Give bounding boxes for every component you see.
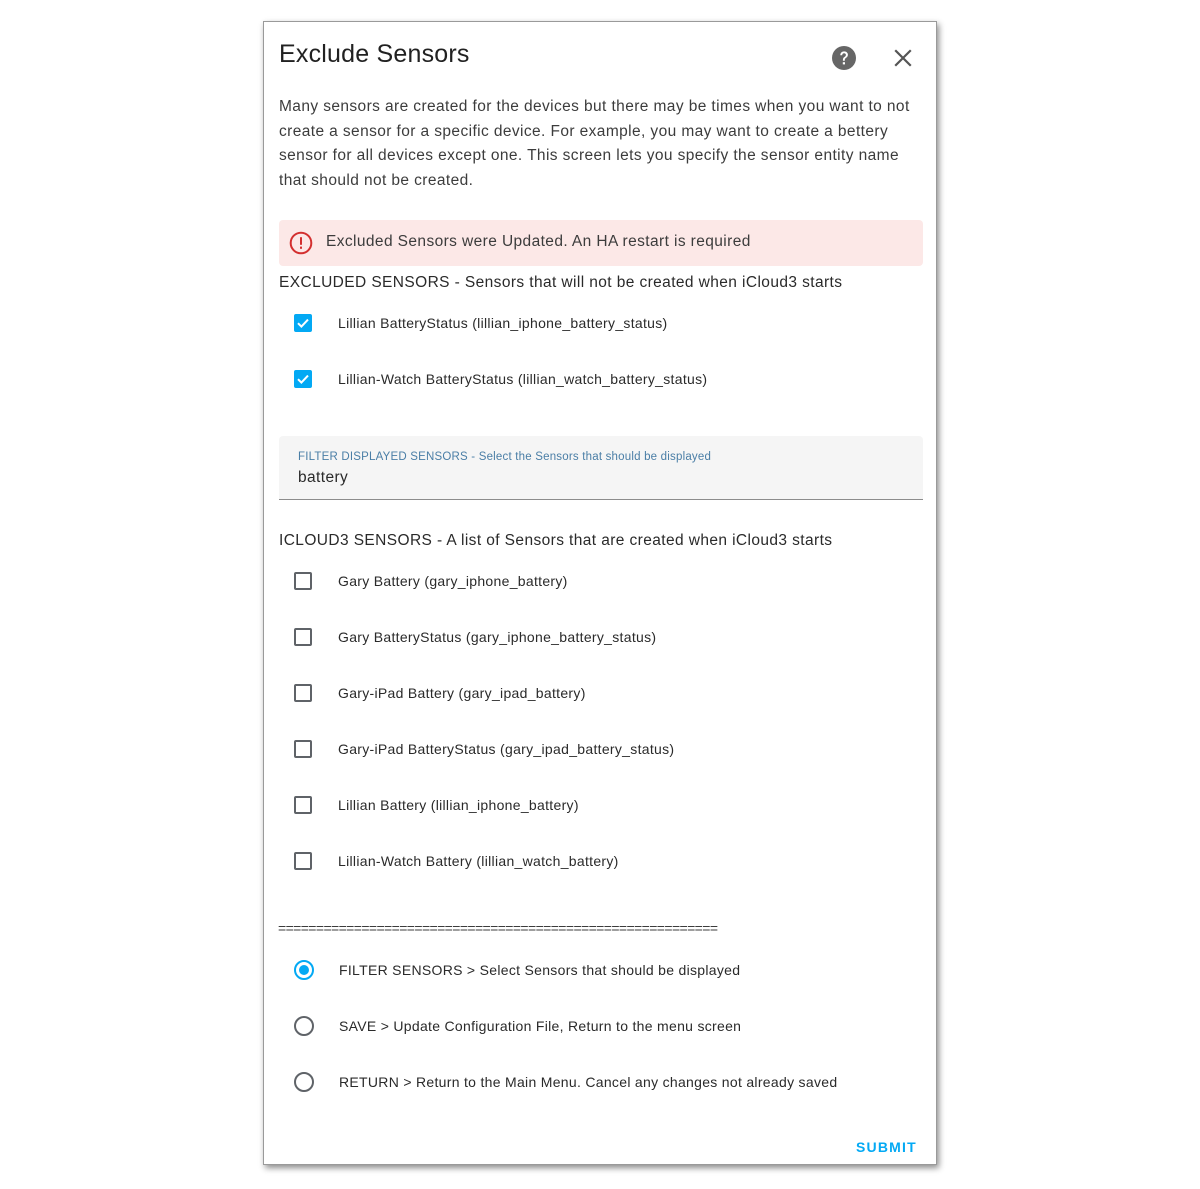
icloud3-sensor-row[interactable]: Lillian Battery (lillian_iphone_battery) bbox=[294, 790, 579, 820]
icloud3-sensor-label: Gary-iPad BatteryStatus (gary_ipad_batte… bbox=[338, 741, 675, 757]
error-circle-icon bbox=[289, 231, 313, 255]
icloud3-sensor-checkbox[interactable] bbox=[294, 684, 312, 702]
icloud3-sensor-row[interactable]: Gary Battery (gary_iphone_battery) bbox=[294, 566, 568, 596]
filter-displayed-sensors-field[interactable]: FILTER DISPLAYED SENSORS - Select the Se… bbox=[279, 436, 923, 500]
icloud3-sensors-heading: ICLOUD3 SENSORS - A list of Sensors that… bbox=[279, 532, 833, 549]
filter-input[interactable] bbox=[298, 469, 898, 487]
icloud3-sensor-label: Gary-iPad Battery (gary_ipad_battery) bbox=[338, 685, 586, 701]
action-option-filter[interactable]: FILTER SENSORS > Select Sensors that sho… bbox=[294, 955, 740, 985]
icloud3-sensor-checkbox[interactable] bbox=[294, 796, 312, 814]
excluded-sensor-checkbox[interactable] bbox=[294, 370, 312, 388]
icloud3-sensor-row[interactable]: Gary-iPad Battery (gary_ipad_battery) bbox=[294, 678, 586, 708]
icloud3-sensor-label: Gary BatteryStatus (gary_iphone_battery_… bbox=[338, 629, 657, 645]
text-divider: ========================================… bbox=[278, 920, 718, 936]
icloud3-sensor-checkbox[interactable] bbox=[294, 740, 312, 758]
icloud3-sensor-checkbox[interactable] bbox=[294, 572, 312, 590]
icloud3-sensor-row[interactable]: Lillian-Watch Battery (lillian_watch_bat… bbox=[294, 846, 619, 876]
icloud3-sensor-checkbox[interactable] bbox=[294, 628, 312, 646]
action-option-label: RETURN > Return to the Main Menu. Cancel… bbox=[339, 1074, 838, 1090]
action-option-return[interactable]: RETURN > Return to the Main Menu. Cancel… bbox=[294, 1067, 837, 1097]
action-radio[interactable] bbox=[294, 960, 314, 980]
restart-alert: Excluded Sensors were Updated. An HA res… bbox=[279, 220, 923, 266]
close-icon[interactable] bbox=[892, 47, 914, 69]
action-option-label: SAVE > Update Configuration File, Return… bbox=[339, 1018, 742, 1034]
excluded-sensor-row[interactable]: Lillian-Watch BatteryStatus (lillian_wat… bbox=[294, 364, 707, 394]
excluded-sensor-row[interactable]: Lillian BatteryStatus (lillian_iphone_ba… bbox=[294, 308, 668, 338]
excluded-sensor-label: Lillian BatteryStatus (lillian_iphone_ba… bbox=[338, 315, 668, 331]
submit-button[interactable]: SUBMIT bbox=[856, 1139, 917, 1155]
excluded-sensor-checkbox[interactable] bbox=[294, 314, 312, 332]
action-radio[interactable] bbox=[294, 1016, 314, 1036]
excluded-sensors-heading: EXCLUDED SENSORS - Sensors that will not… bbox=[279, 274, 843, 291]
icloud3-sensor-row[interactable]: Gary-iPad BatteryStatus (gary_ipad_batte… bbox=[294, 734, 674, 764]
alert-text: Excluded Sensors were Updated. An HA res… bbox=[326, 233, 751, 250]
exclude-sensors-dialog: Exclude Sensors Many sensors are created… bbox=[263, 21, 937, 1165]
dialog-title: Exclude Sensors bbox=[279, 40, 470, 68]
dialog-description: Many sensors are created for the devices… bbox=[279, 98, 910, 190]
icloud3-sensor-label: Lillian Battery (lillian_iphone_battery) bbox=[338, 797, 579, 813]
action-radio[interactable] bbox=[294, 1072, 314, 1092]
action-option-label: FILTER SENSORS > Select Sensors that sho… bbox=[339, 962, 741, 978]
action-option-save[interactable]: SAVE > Update Configuration File, Return… bbox=[294, 1011, 741, 1041]
icloud3-sensor-label: Lillian-Watch Battery (lillian_watch_bat… bbox=[338, 853, 619, 869]
icloud3-sensor-label: Gary Battery (gary_iphone_battery) bbox=[338, 573, 568, 589]
excluded-sensor-label: Lillian-Watch BatteryStatus (lillian_wat… bbox=[338, 371, 708, 387]
icloud3-sensor-row[interactable]: Gary BatteryStatus (gary_iphone_battery_… bbox=[294, 622, 656, 652]
help-icon[interactable] bbox=[831, 45, 857, 71]
icloud3-sensor-checkbox[interactable] bbox=[294, 852, 312, 870]
filter-field-label: FILTER DISPLAYED SENSORS - Select the Se… bbox=[298, 451, 712, 463]
